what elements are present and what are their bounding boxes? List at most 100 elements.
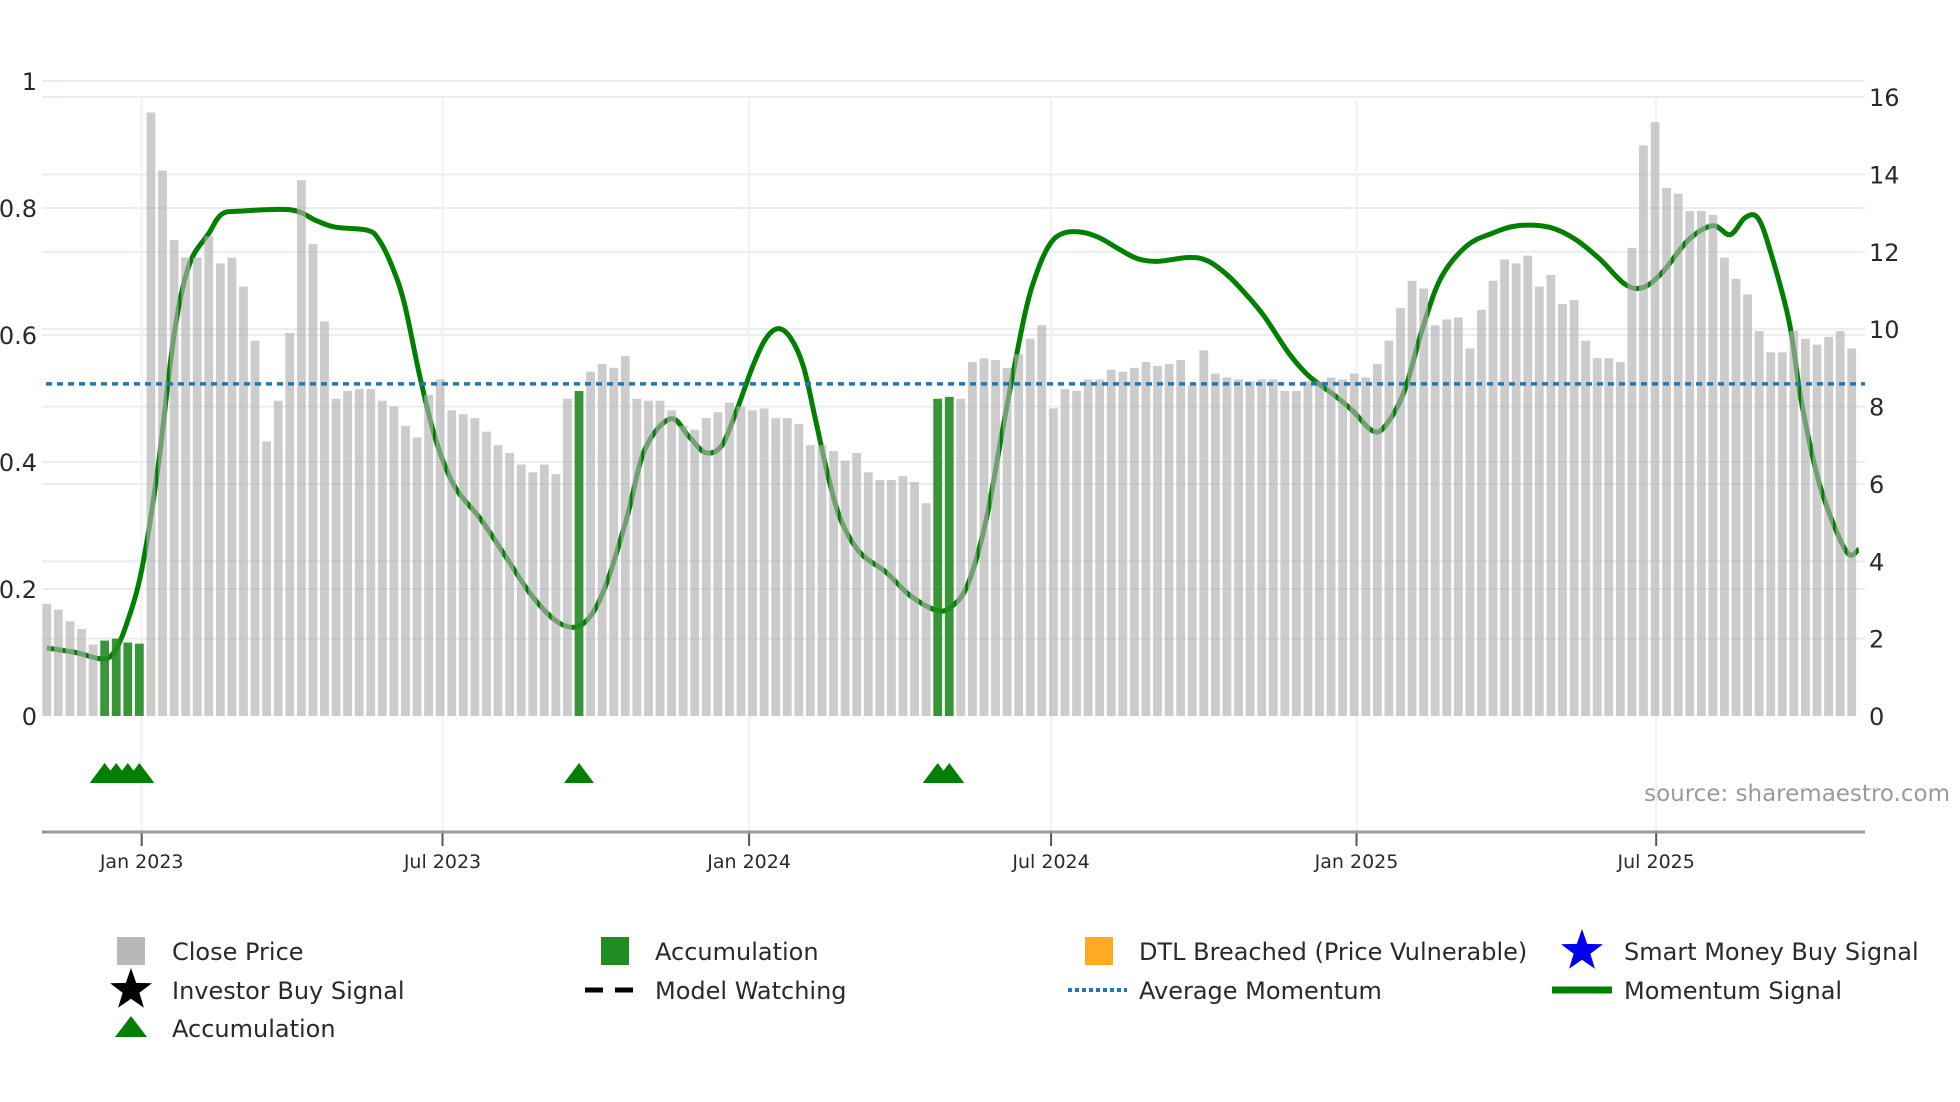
left-tick-label: 0.2 — [0, 576, 37, 604]
close-price-bar — [88, 644, 98, 716]
close-price-bar — [806, 445, 815, 716]
right-tick-label: 12 — [1869, 239, 1900, 267]
close-price-bar — [1754, 331, 1764, 716]
close-price-bar — [505, 452, 514, 716]
close-price-bar — [1129, 367, 1139, 716]
close-price-bar — [1164, 363, 1174, 716]
close-price-bar — [829, 450, 838, 716]
close-price-bar — [1650, 122, 1660, 717]
close-price-bar — [516, 464, 526, 716]
close-price-bar — [782, 418, 792, 716]
close-price-bar — [1002, 367, 1012, 716]
close-price-bar — [1615, 362, 1625, 716]
close-price-bar — [215, 263, 225, 716]
x-tick-label: Jul 2023 — [403, 851, 481, 873]
left-tick-label: 0.4 — [0, 449, 37, 477]
close-price-bar — [1187, 385, 1197, 716]
close-price-bar — [563, 398, 572, 716]
legend-item: Smart Money Buy Signal — [1561, 929, 1919, 969]
close-price-bar — [1708, 214, 1718, 716]
close-price-bar — [1118, 371, 1128, 716]
legend-label: Accumulation — [172, 1015, 336, 1043]
close-price-bar — [887, 480, 896, 716]
close-price-bar — [736, 406, 746, 716]
accumulation-triangle-icon — [564, 763, 595, 783]
close-price-bar — [1234, 379, 1243, 716]
close-price-bar — [1060, 389, 1070, 716]
legend-label: Smart Money Buy Signal — [1624, 938, 1919, 966]
close-price-bars — [42, 112, 1857, 717]
close-price-bar — [1291, 391, 1301, 716]
close-price-bar — [262, 441, 272, 716]
close-price-bar — [898, 476, 908, 716]
left-tick-label: 0 — [22, 703, 37, 731]
right-tick-label: 10 — [1869, 316, 1900, 344]
close-price-bar — [458, 414, 468, 716]
close-price-bar — [609, 367, 619, 716]
close-price-bar — [1141, 362, 1151, 716]
close-price-bar — [1199, 350, 1209, 716]
legend-label: Investor Buy Signal — [172, 977, 405, 1005]
right-tick-label: 8 — [1869, 394, 1884, 422]
close-price-bar — [158, 170, 167, 717]
close-price-bar — [1153, 365, 1162, 716]
close-price-bar — [1210, 373, 1220, 716]
close-price-bar — [1372, 363, 1382, 716]
close-price-bar — [1396, 307, 1405, 716]
close-price-bar — [424, 394, 434, 716]
accumulation-bar — [134, 643, 144, 716]
legend-item: Accumulation — [601, 937, 819, 966]
close-price-bar — [1222, 377, 1232, 716]
close-price-bar — [331, 398, 341, 716]
close-price-bar — [65, 621, 75, 716]
close-price-bar — [586, 371, 595, 716]
close-price-bar — [320, 321, 329, 716]
green-square-icon — [601, 937, 629, 965]
legend-label: Close Price — [172, 938, 304, 966]
close-price-bar — [1014, 354, 1024, 716]
close-price-bar — [991, 360, 1000, 716]
close-price-bar — [435, 379, 445, 716]
close-price-bar — [1361, 377, 1371, 716]
legend-item: Close Price — [117, 937, 304, 966]
close-price-bar — [690, 429, 700, 716]
close-price-bar — [308, 244, 318, 716]
close-price-bar — [1696, 211, 1706, 717]
close-price-bar — [169, 240, 179, 717]
close-price-bar — [1442, 319, 1452, 716]
left-tick-label: 0.8 — [0, 195, 37, 223]
legend-item: DTL Breached (Price Vulnerable) — [1085, 937, 1527, 966]
legend-item: Momentum Signal — [1552, 977, 1842, 1005]
close-price-bar — [1488, 280, 1498, 716]
close-price-bar — [343, 391, 353, 716]
close-price-bar — [192, 257, 202, 716]
close-price-bar — [620, 356, 630, 716]
close-price-bar — [1534, 286, 1544, 716]
close-price-bar — [1419, 288, 1429, 716]
momentum-chart: 00.20.40.60.810246810121416Jan 2023 Jul 2… — [0, 68, 1950, 1043]
close-price-bar — [1048, 408, 1058, 716]
legend-item: Average Momentum — [1068, 977, 1382, 1005]
close-price-bar — [1384, 340, 1394, 716]
close-price-bar — [1349, 373, 1359, 716]
close-price-bar — [1789, 331, 1799, 716]
close-price-bar — [377, 400, 387, 716]
right-tick-label: 0 — [1869, 703, 1884, 731]
close-price-bar — [528, 472, 538, 716]
close-price-bar — [1569, 300, 1579, 716]
close-price-bar — [1095, 379, 1105, 716]
black-star-icon — [110, 968, 152, 1008]
close-price-bar — [794, 423, 804, 716]
close-price-bar — [1245, 381, 1255, 716]
close-price-bar — [713, 412, 723, 716]
close-price-bar — [1280, 391, 1290, 716]
close-price-bar — [1639, 145, 1648, 716]
close-price-bar — [1523, 255, 1533, 716]
close-price-bar — [644, 400, 653, 716]
close-price-bar — [1558, 303, 1567, 716]
blue-star-icon — [1561, 929, 1603, 969]
close-price-bar — [817, 445, 827, 716]
close-price-bar — [840, 460, 850, 716]
legend-label: Accumulation — [655, 938, 819, 966]
close-price-bar — [1326, 377, 1336, 716]
